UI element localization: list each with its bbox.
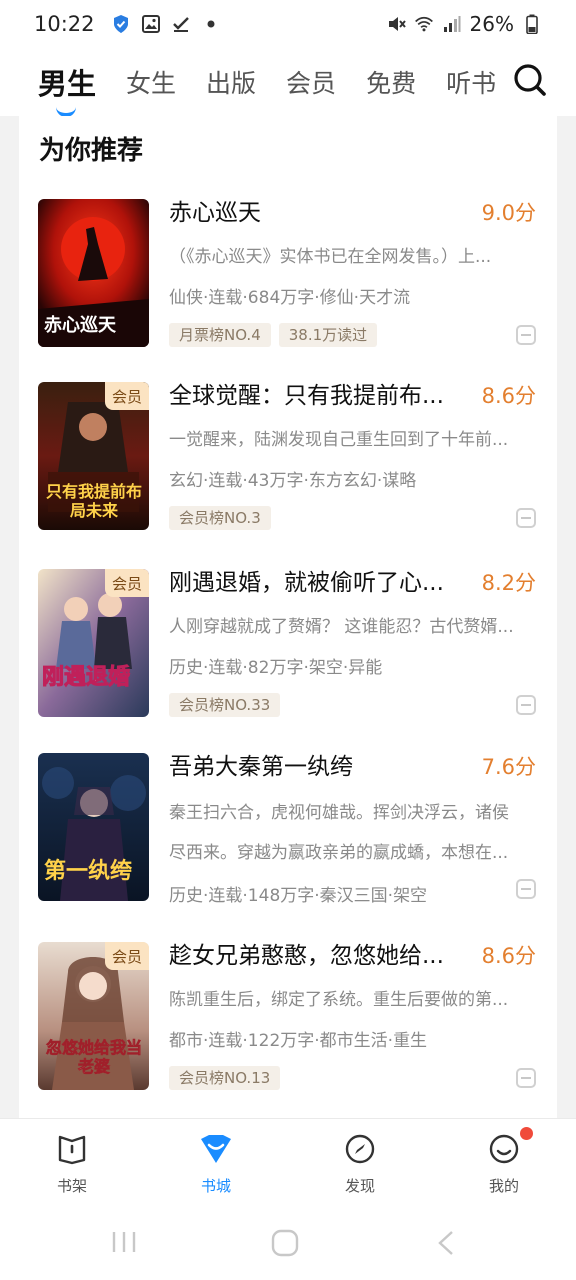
dismiss-icon[interactable]: [516, 325, 536, 345]
book-description-line: 秦王扫六合，虎视何雄哉。挥剑决浮云，诸侯: [169, 803, 509, 823]
section-title: 为你推荐: [39, 130, 150, 167]
book-score: 8.6分: [481, 384, 536, 408]
vip-badge: 会员: [105, 942, 149, 970]
wifi-icon: [414, 14, 434, 34]
signal-icon: [442, 14, 462, 34]
cover-title: 只有我提前布局未来: [46, 482, 143, 520]
vip-badge: 会员: [105, 382, 149, 410]
book-cover[interactable]: 忽悠她给我当老婆 会员: [38, 942, 149, 1090]
back-icon[interactable]: [436, 1230, 456, 1260]
readers-tag: 38.1万读过: [278, 323, 378, 347]
battery-text: 26%: [469, 12, 514, 36]
book-item[interactable]: 忽悠她给我当老婆 会员 趁女兄弟憨憨，忽悠她给... 8.6分 陈凯重生后，绑定…: [38, 942, 538, 1090]
profile-icon: [488, 1133, 520, 1169]
tab-female[interactable]: 女生: [126, 64, 176, 100]
book-cover[interactable]: 第一纨绔: [38, 753, 149, 901]
dismiss-icon[interactable]: [516, 695, 536, 715]
gallery-icon: [141, 14, 161, 34]
book-cover[interactable]: 只有我提前布局未来 会员: [38, 382, 149, 530]
compass-icon: [344, 1133, 376, 1169]
nav-label: 我的: [488, 1177, 519, 1195]
bookshelf-icon: [56, 1133, 88, 1169]
book-score: 8.6分: [481, 944, 536, 968]
system-nav-bar: [0, 1198, 576, 1280]
book-meta: 仙侠·连载·684万字·修仙·天才流: [169, 288, 411, 308]
book-title[interactable]: 全球觉醒：只有我提前布...: [169, 382, 469, 410]
tab-publish[interactable]: 出版: [206, 64, 256, 100]
rank-tag: 会员榜NO.13: [169, 1066, 281, 1090]
dismiss-icon[interactable]: [516, 508, 536, 528]
book-description: 一觉醒来，陆渊发现自己重生回到了十年前...: [169, 430, 509, 450]
cover-title: 忽悠她给我当老婆: [45, 1038, 143, 1077]
book-meta: 玄幻·连载·43万字·东方玄幻·谋略: [169, 471, 417, 491]
mute-icon: [386, 14, 406, 34]
bottom-nav: 书架 书城 发现 我的: [0, 1118, 576, 1198]
check-icon: [171, 14, 191, 34]
battery-icon: [522, 14, 542, 34]
book-item[interactable]: 刚遇退婚 会员 刚遇退婚，就被偷听了心... 8.2分 人刚穿越就成了赘婿？ 这…: [38, 569, 538, 717]
tab-male[interactable]: 男生: [38, 61, 96, 117]
book-description: 秦王扫六合，虎视何雄哉。挥剑决浮云，诸侯 尽西来。穿越为嬴政亲弟的嬴成蟜，本想在…: [169, 793, 535, 873]
book-meta: 历史·连载·148万字·秦汉三国·架空: [169, 886, 428, 906]
book-title[interactable]: 吾弟大秦第一纨绔: [169, 753, 469, 781]
tab-audiobook[interactable]: 听书: [446, 64, 496, 100]
book-cover[interactable]: 刚遇退婚 会员: [38, 569, 149, 717]
rank-tag: 会员榜NO.3: [169, 506, 271, 530]
category-tabs: 男生 女生 出版 会员 免费 听书: [0, 48, 576, 117]
notification-dot: [520, 1127, 533, 1140]
nav-label: 发现: [344, 1177, 375, 1195]
book-item[interactable]: 第一纨绔 吾弟大秦第一纨绔 7.6分 秦王扫六合，虎视何雄哉。挥剑决浮云，诸侯 …: [38, 753, 538, 906]
tab-free[interactable]: 免费: [366, 64, 416, 100]
dismiss-icon[interactable]: [516, 1068, 536, 1088]
nav-bookshelf[interactable]: 书架: [0, 1119, 144, 1198]
recommend-panel: 为你推荐 赤心巡天 赤心巡天 9.0分 （《赤心巡天》实体书已在全网发售。）上.…: [19, 116, 557, 1118]
bookstore-icon: [199, 1133, 233, 1169]
rank-tag: 会员榜NO.33: [169, 693, 281, 717]
nav-label: 书架: [56, 1177, 87, 1195]
book-meta: 都市·连载·122万字·都市生活·重生: [169, 1031, 428, 1051]
book-title[interactable]: 刚遇退婚，就被偷听了心...: [169, 569, 469, 597]
book-meta: 历史·连载·82万字·架空·异能: [169, 658, 383, 678]
book-score: 9.0分: [481, 201, 536, 225]
book-description: （《赤心巡天》实体书已在全网发售。）上...: [169, 247, 492, 267]
status-bar: 10:22 26%: [0, 0, 576, 48]
book-description: 陈凯重生后，绑定了系统。重生后要做的第...: [169, 990, 509, 1010]
tab-vip[interactable]: 会员: [286, 64, 336, 100]
book-score: 7.6分: [481, 755, 536, 779]
vip-badge: 会员: [105, 569, 149, 597]
cover-title: 第一纨绔: [44, 859, 133, 884]
home-icon[interactable]: [270, 1228, 300, 1262]
rank-tag: 月票榜NO.4: [169, 323, 271, 347]
status-time: 10:22: [34, 12, 95, 36]
search-icon[interactable]: [512, 62, 548, 98]
book-item[interactable]: 赤心巡天 赤心巡天 9.0分 （《赤心巡天》实体书已在全网发售。）上... 仙侠…: [38, 199, 538, 347]
book-cover[interactable]: 赤心巡天: [38, 199, 149, 347]
dismiss-icon[interactable]: [516, 879, 536, 899]
nav-bookstore[interactable]: 书城: [144, 1119, 288, 1198]
book-score: 8.2分: [481, 571, 536, 595]
book-description-line: 尽西来。穿越为嬴政亲弟的嬴成蟜，本想在...: [169, 843, 509, 863]
book-title[interactable]: 赤心巡天: [169, 199, 469, 227]
nav-discover[interactable]: 发现: [288, 1119, 432, 1198]
book-title[interactable]: 趁女兄弟憨憨，忽悠她给...: [169, 942, 469, 970]
book-item[interactable]: 只有我提前布局未来 会员 全球觉醒：只有我提前布... 8.6分 一觉醒来，陆渊…: [38, 382, 538, 530]
recent-apps-icon[interactable]: [110, 1230, 138, 1258]
cover-title: 赤心巡天: [44, 315, 116, 336]
cover-title: 刚遇退婚: [41, 665, 131, 691]
shield-icon: [111, 14, 131, 34]
dot-icon: [201, 14, 221, 34]
nav-label: 书城: [200, 1177, 231, 1195]
book-description: 人刚穿越就成了赘婿？ 这谁能忍？古代赘婿...: [169, 617, 514, 637]
nav-profile[interactable]: 我的: [432, 1119, 576, 1198]
